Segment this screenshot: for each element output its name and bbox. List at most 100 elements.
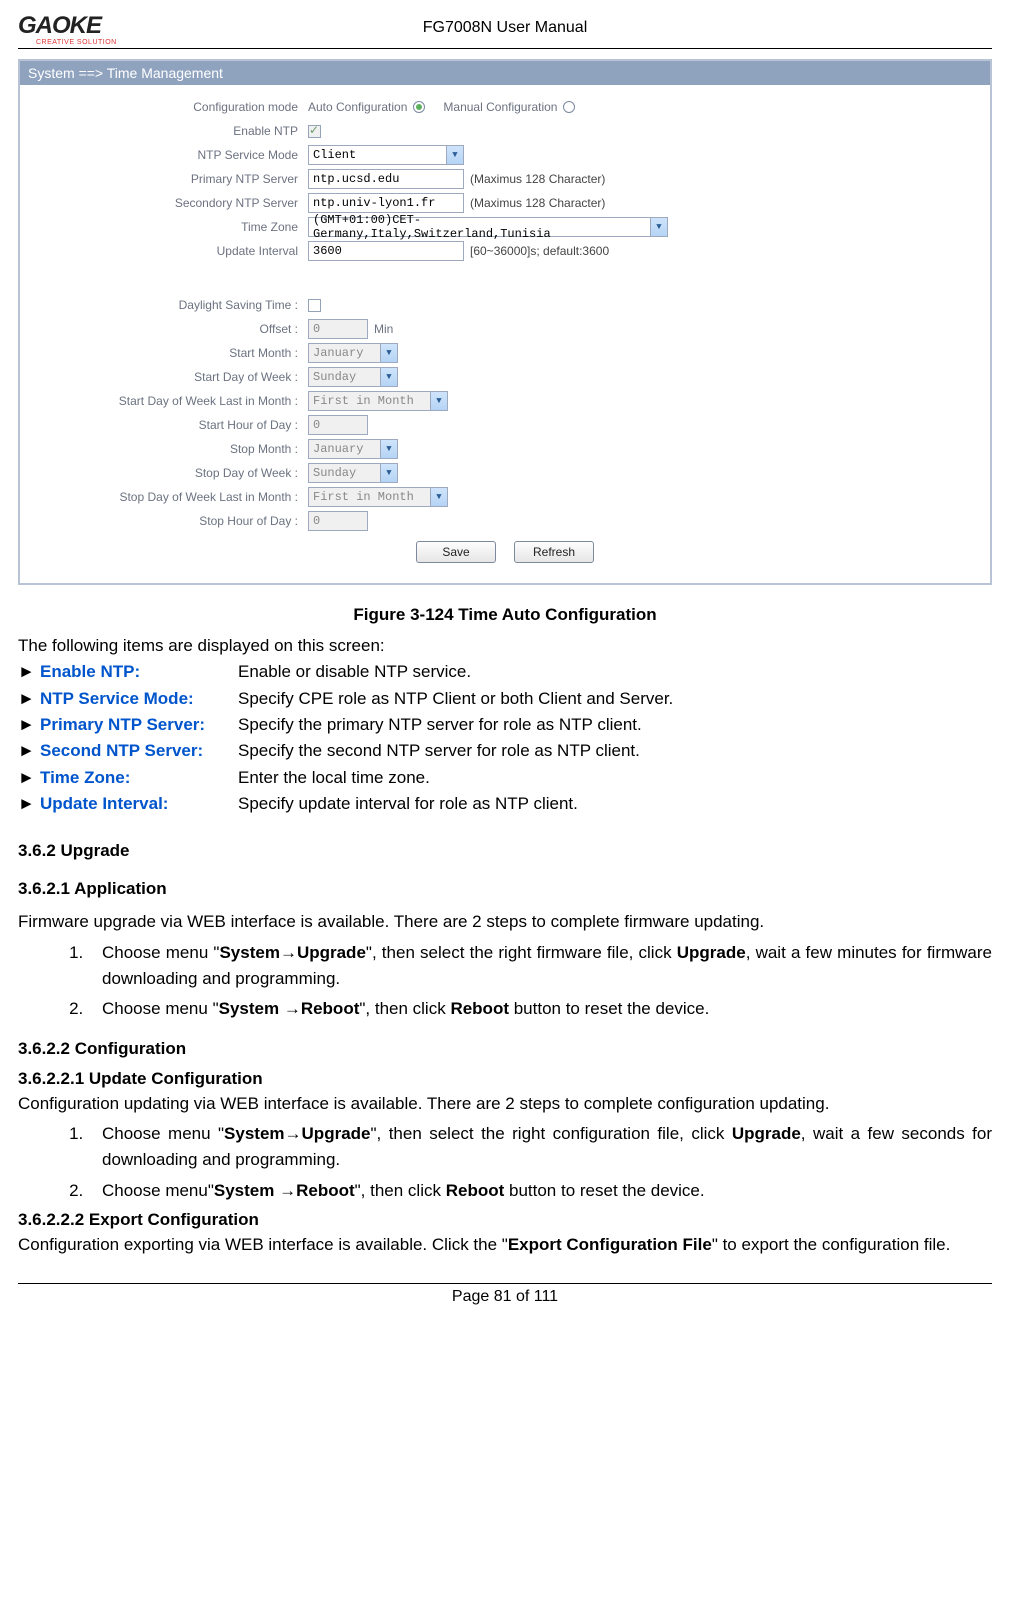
primary-ntp-hint: (Maximus 128 Character): [470, 172, 605, 186]
brand-logo: GAOKE CREATIVE SOLUTION: [18, 12, 158, 44]
param-ntp-service-mode: ► NTP Service Mode: Specify CPE role as …: [18, 686, 992, 712]
update-interval-input[interactable]: [308, 241, 464, 261]
config-mode-manual-label: Manual Configuration: [443, 100, 557, 114]
start-dow-label: Start Day of Week :: [30, 370, 308, 384]
stop-month-value: January: [313, 442, 363, 456]
ntp-service-mode-value: Client: [313, 148, 356, 162]
param-second-ntp: ► Second NTP Server: Specify the second …: [18, 738, 992, 764]
param-name: NTP Service Mode:: [40, 686, 238, 712]
dst-checkbox[interactable]: [308, 299, 321, 312]
start-hour-input[interactable]: [308, 415, 368, 435]
stop-month-label: Stop Month :: [30, 442, 308, 456]
logo-tagline: CREATIVE SOLUTION: [36, 39, 117, 46]
param-desc: Specify update interval for role as NTP …: [238, 791, 992, 817]
heading-3-6-2-2-1: 3.6.2.2.1 Update Configuration: [18, 1069, 992, 1089]
param-desc: Specify CPE role as NTP Client or both C…: [238, 686, 992, 712]
figure-caption: Figure 3-124 Time Auto Configuration: [18, 605, 992, 625]
config-mode-label: Configuration mode: [30, 100, 308, 114]
heading-3-6-2-2-2: 3.6.2.2.2 Export Configuration: [18, 1210, 992, 1230]
ntp-service-mode-label: NTP Service Mode: [30, 148, 308, 162]
offset-unit: Min: [374, 322, 393, 336]
stop-dow-select[interactable]: Sunday ▼: [308, 463, 398, 483]
start-dow-value: Sunday: [313, 370, 356, 384]
save-button[interactable]: Save: [416, 541, 496, 563]
document-title: FG7008N User Manual: [158, 19, 852, 37]
dst-label: Daylight Saving Time :: [30, 298, 308, 312]
document-header: GAOKE CREATIVE SOLUTION FG7008N User Man…: [18, 12, 992, 49]
stop-dow-last-value: First in Month: [313, 490, 414, 504]
application-step-1: Choose menu "System→Upgrade", then selec…: [88, 940, 992, 993]
param-time-zone: ► Time Zone: Enter the local time zone.: [18, 765, 992, 791]
param-name: Time Zone:: [40, 765, 238, 791]
config-mode-auto-radio[interactable]: [413, 101, 425, 113]
secondary-ntp-label: Secondory NTP Server: [30, 196, 308, 210]
triangle-icon: ►: [18, 765, 40, 791]
param-name: Second NTP Server:: [40, 738, 238, 764]
param-desc: Enter the local time zone.: [238, 765, 992, 791]
heading-3-6-2-2: 3.6.2.2 Configuration: [18, 1039, 992, 1059]
ntp-service-mode-select[interactable]: Client ▼: [308, 145, 464, 165]
heading-3-6-2: 3.6.2 Upgrade: [18, 841, 992, 861]
stop-hour-label: Stop Hour of Day :: [30, 514, 308, 528]
primary-ntp-label: Primary NTP Server: [30, 172, 308, 186]
primary-ntp-input[interactable]: [308, 169, 464, 189]
application-intro: Firmware upgrade via WEB interface is av…: [18, 909, 992, 935]
chevron-down-icon: ▼: [446, 146, 463, 164]
stop-dow-last-label: Stop Day of Week Last in Month :: [30, 490, 308, 504]
chevron-down-icon: ▼: [380, 368, 397, 386]
config-mode-manual-radio[interactable]: [563, 101, 575, 113]
stop-dow-last-select[interactable]: First in Month ▼: [308, 487, 448, 507]
config-mode-auto-label: Auto Configuration: [308, 100, 407, 114]
refresh-button[interactable]: Refresh: [514, 541, 594, 563]
start-month-value: January: [313, 346, 363, 360]
chevron-down-icon: ▼: [430, 392, 447, 410]
timezone-select[interactable]: (GMT+01:00)CET-Germany,Italy,Switzerland…: [308, 217, 668, 237]
application-step-2: Choose menu "System →Reboot", then click…: [88, 996, 992, 1022]
secondary-ntp-hint: (Maximus 128 Character): [470, 196, 605, 210]
triangle-icon: ►: [18, 686, 40, 712]
export-config-text: Configuration exporting via WEB interfac…: [18, 1232, 992, 1258]
param-update-interval: ► Update Interval: Specify update interv…: [18, 791, 992, 817]
heading-3-6-2-1: 3.6.2.1 Application: [18, 879, 992, 899]
stop-month-select[interactable]: January ▼: [308, 439, 398, 459]
enable-ntp-checkbox[interactable]: [308, 125, 321, 138]
logo-text: GAOKE: [18, 12, 158, 40]
start-dow-last-value: First in Month: [313, 394, 414, 408]
update-interval-hint: [60~36000]s; default:3600: [470, 244, 609, 258]
intro-line: The following items are displayed on thi…: [18, 633, 992, 659]
offset-input[interactable]: [308, 319, 368, 339]
stop-dow-value: Sunday: [313, 466, 356, 480]
page-footer: Page 81 of 111: [18, 1283, 992, 1306]
timezone-value: (GMT+01:00)CET-Germany,Italy,Switzerland…: [313, 213, 649, 241]
param-desc: Specify the primary NTP server for role …: [238, 712, 992, 738]
offset-label: Offset :: [30, 322, 308, 336]
param-desc: Enable or disable NTP service.: [238, 659, 992, 685]
timezone-label: Time Zone: [30, 220, 308, 234]
start-dow-last-label: Start Day of Week Last in Month :: [30, 394, 308, 408]
param-enable-ntp: ► Enable NTP: Enable or disable NTP serv…: [18, 659, 992, 685]
enable-ntp-label: Enable NTP: [30, 124, 308, 138]
panel-titlebar: System ==> Time Management: [20, 61, 990, 85]
triangle-icon: ►: [18, 712, 40, 738]
start-dow-last-select[interactable]: First in Month ▼: [308, 391, 448, 411]
start-month-select[interactable]: January ▼: [308, 343, 398, 363]
time-management-screenshot: System ==> Time Management Configuration…: [18, 59, 992, 585]
chevron-down-icon: ▼: [380, 464, 397, 482]
update-config-step-1: Choose menu "System→Upgrade", then selec…: [88, 1121, 992, 1174]
triangle-icon: ►: [18, 738, 40, 764]
stop-hour-input[interactable]: [308, 511, 368, 531]
start-dow-select[interactable]: Sunday ▼: [308, 367, 398, 387]
triangle-icon: ►: [18, 659, 40, 685]
chevron-down-icon: ▼: [430, 488, 447, 506]
update-config-intro: Configuration updating via WEB interface…: [18, 1091, 992, 1117]
secondary-ntp-input[interactable]: [308, 193, 464, 213]
triangle-icon: ►: [18, 791, 40, 817]
update-config-step-2: Choose menu"System →Reboot", then click …: [88, 1178, 992, 1204]
stop-dow-label: Stop Day of Week :: [30, 466, 308, 480]
chevron-down-icon: ▼: [650, 218, 667, 236]
param-name: Update Interval:: [40, 791, 238, 817]
update-interval-label: Update Interval: [30, 244, 308, 258]
param-name: Enable NTP:: [40, 659, 238, 685]
chevron-down-icon: ▼: [380, 440, 397, 458]
param-name: Primary NTP Server:: [40, 712, 238, 738]
